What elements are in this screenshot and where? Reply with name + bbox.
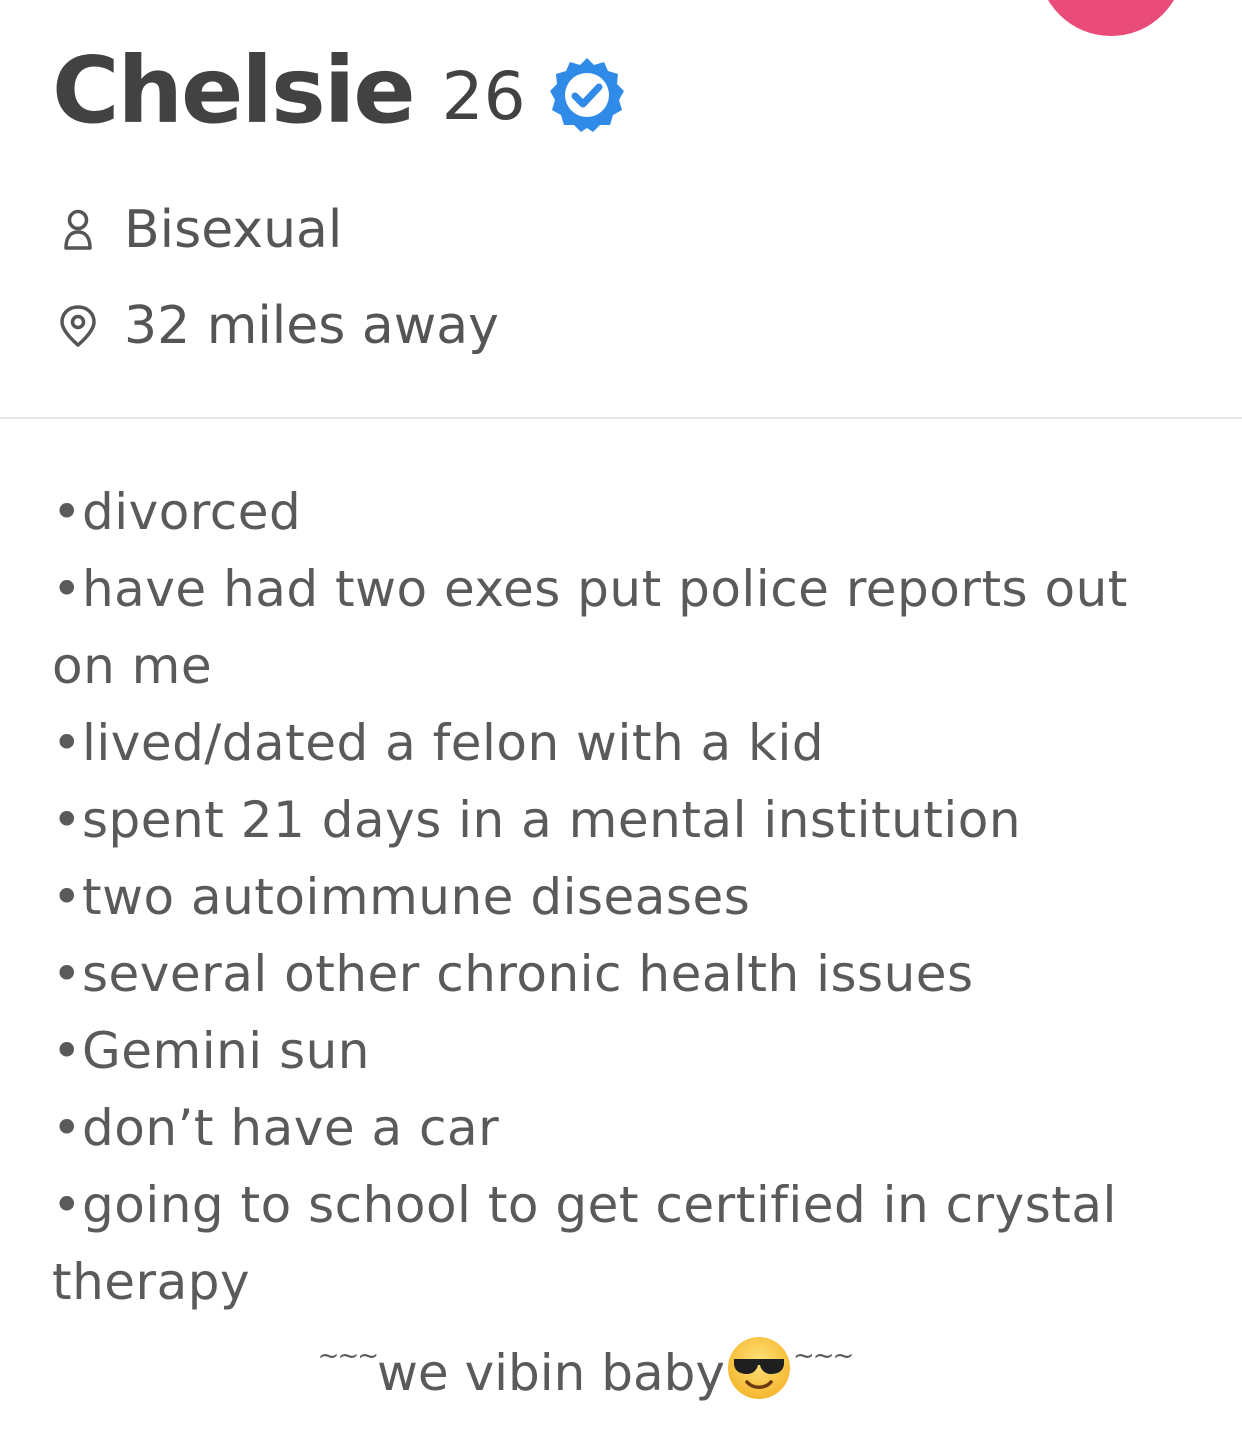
profile-name: Chelsie xyxy=(52,36,416,144)
closing-tilde-prefix: ~~~ xyxy=(317,1341,379,1371)
profile-header: Chelsie 26 xyxy=(52,30,626,150)
action-button[interactable] xyxy=(1038,0,1184,36)
bio-list: •divorced •have had two exes put police … xyxy=(52,474,1192,1321)
person-icon xyxy=(58,208,98,252)
bio-item: •two autoimmune diseases xyxy=(52,868,751,926)
bio-item: •divorced xyxy=(52,483,302,541)
closing-tilde-suffix: ~~~ xyxy=(792,1341,854,1371)
section-divider xyxy=(0,417,1242,419)
bio-item: •have had two exes put police reports ou… xyxy=(52,560,1128,695)
bio-item: •going to school to get certified in cry… xyxy=(52,1176,1117,1311)
orientation-text: Bisexual xyxy=(124,200,343,260)
bio-item: •Gemini sun xyxy=(52,1022,370,1080)
distance-row: 32 miles away xyxy=(58,296,499,356)
location-pin-icon xyxy=(58,304,98,348)
bio-item: •several other chronic health issues xyxy=(52,945,974,1003)
profile-age: 26 xyxy=(441,57,526,135)
verified-badge-icon xyxy=(548,56,626,134)
orientation-row: Bisexual xyxy=(58,200,342,260)
bio-item: •don’t have a car xyxy=(52,1099,500,1157)
smiling-face-with-sunglasses-icon xyxy=(725,1334,793,1402)
distance-text: 32 miles away xyxy=(124,296,499,356)
bio-item: •lived/dated a felon with a kid xyxy=(52,714,825,772)
bio-closing-line: ~~~we vibin baby ~~~ xyxy=(0,1318,1170,1412)
bio-item: •spent 21 days in a mental institution xyxy=(52,791,1022,849)
closing-text: we vibin baby xyxy=(377,1344,725,1402)
